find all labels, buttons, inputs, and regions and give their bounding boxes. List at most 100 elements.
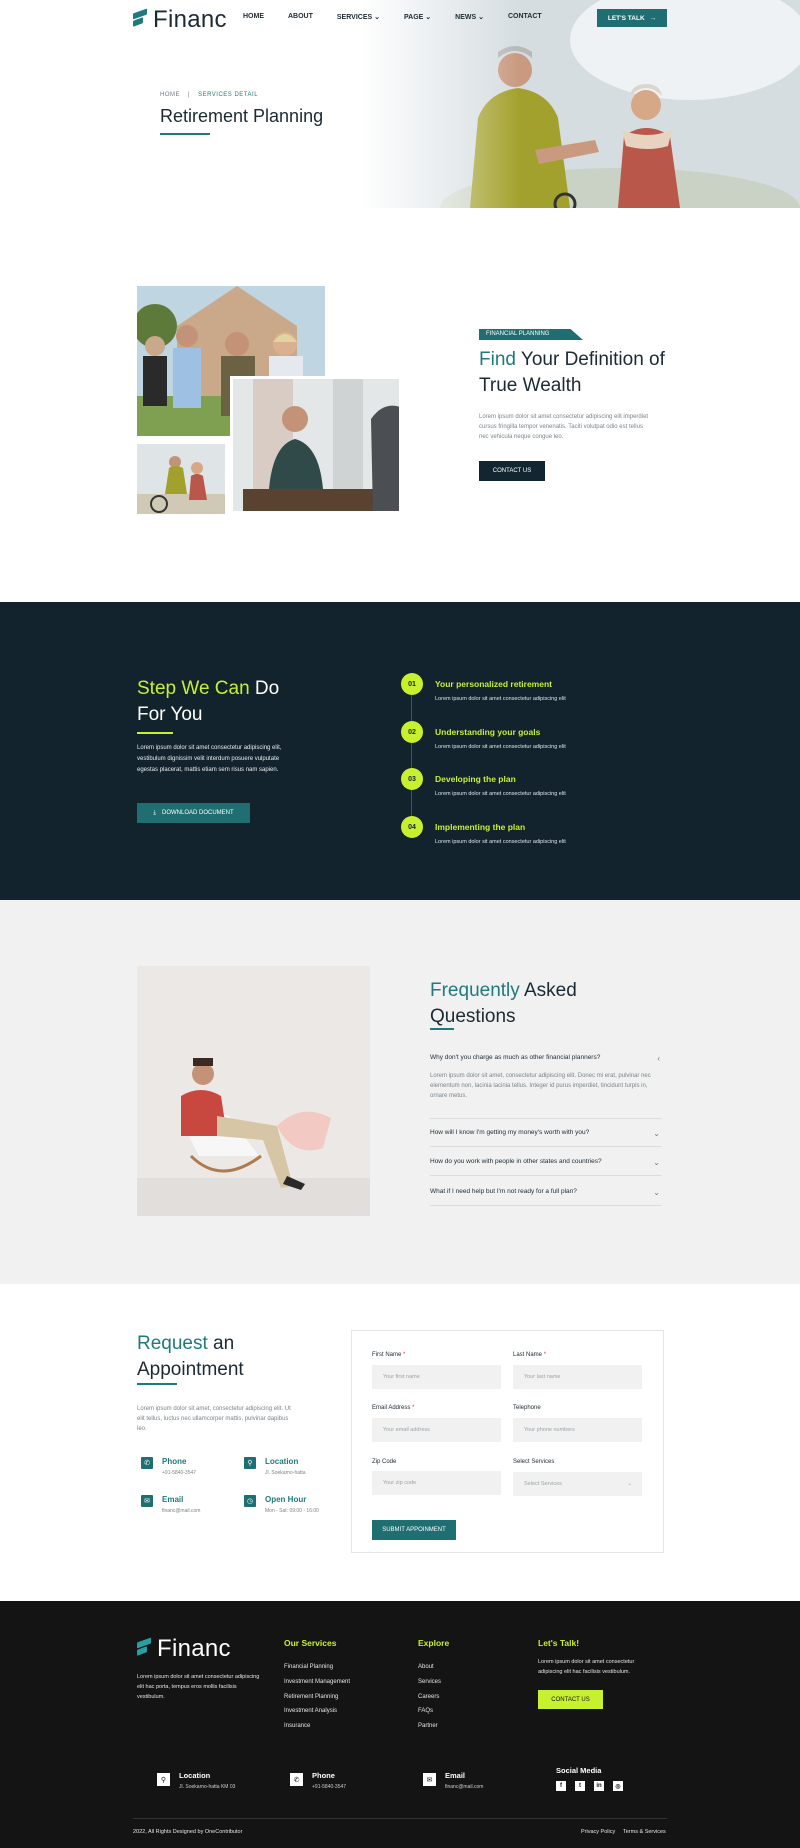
- privacy-policy-link[interactable]: Privacy Policy: [581, 1829, 615, 1835]
- services-select[interactable]: Select Services ⌄: [513, 1472, 642, 1496]
- breadcrumb-current: SERVICES DETAIL: [198, 92, 259, 98]
- cycling-couple-photo: [137, 444, 225, 514]
- terms-link[interactable]: Terms & Services: [623, 1829, 666, 1835]
- appointment-title-highlight: Request: [137, 1333, 208, 1354]
- location-icon: ⚲: [157, 1773, 170, 1786]
- steps-title-highlight: Step We Can: [137, 678, 250, 699]
- logo-text: Financ: [153, 6, 227, 33]
- faq-question-text: What if I need help but I'm not ready fo…: [430, 1188, 577, 1195]
- lets-talk-button[interactable]: LET'S TALK →: [597, 9, 667, 27]
- nav-services-label: SERVICES: [336, 14, 373, 21]
- footer-link[interactable]: Investment Analysis: [284, 1708, 337, 1714]
- zip-code-field[interactable]: Your zip code: [372, 1471, 501, 1495]
- faq-question[interactable]: How do you work with people in other sta…: [430, 1158, 662, 1167]
- footer-link[interactable]: Investment Management: [284, 1679, 350, 1685]
- wealth-title-rest: Your Definition of: [515, 349, 665, 370]
- appointment-title-rest: an: [207, 1333, 235, 1354]
- phone-icon: ✆: [141, 1457, 153, 1469]
- telephone-field[interactable]: Your phone numbers: [513, 1418, 642, 1442]
- info-title: Open Hour: [265, 1495, 307, 1504]
- faq-question-text: Why don't you charge as much as other fi…: [430, 1054, 601, 1061]
- page-title: Retirement Planning: [160, 106, 324, 126]
- last-name-field[interactable]: Your last name: [513, 1365, 642, 1389]
- chevron-down-icon: ⌄: [653, 1188, 660, 1197]
- footer-contact-button[interactable]: CONTACT US: [538, 1690, 603, 1709]
- steps-title: Step We Can Do For You: [137, 676, 279, 728]
- nav-news[interactable]: NEWS ⌄: [455, 13, 484, 21]
- copyright: 2022, All Rights Designed by OneContribu…: [133, 1829, 243, 1835]
- faq-question-open[interactable]: Why don't you charge as much as other fi…: [430, 1054, 662, 1063]
- footer-link[interactable]: Financial Planning: [284, 1664, 333, 1670]
- footer-link[interactable]: Careers: [418, 1694, 439, 1700]
- nav-services[interactable]: SERVICES ⌄: [337, 13, 380, 21]
- explore-heading: Explore: [418, 1638, 450, 1648]
- faq-question-text: How do you work with people in other sta…: [430, 1158, 602, 1165]
- footer-link[interactable]: Insurance: [284, 1723, 310, 1729]
- footer-logo[interactable]: Financ: [137, 1635, 231, 1663]
- nav-home[interactable]: HOME: [243, 13, 264, 21]
- telephone-label: Telephone: [513, 1405, 541, 1411]
- faq-divider: [430, 1118, 662, 1119]
- step-description: Lorem ipsum dolor sit amet consectetur a…: [435, 791, 566, 797]
- first-name-label: First Name *: [372, 1352, 405, 1358]
- main-nav: HOME ABOUT SERVICES ⌄ PAGE ⌄ NEWS ⌄ CONT…: [243, 13, 542, 21]
- instagram-icon[interactable]: ◎: [613, 1781, 623, 1791]
- footer-link[interactable]: About: [418, 1664, 434, 1670]
- steps-title-line2: For You: [137, 704, 203, 725]
- services-label: Select Services: [513, 1459, 555, 1465]
- appointment-title-line2: Appointment: [137, 1359, 244, 1380]
- info-title: Email: [162, 1495, 184, 1504]
- chevron-left-icon: ‹: [657, 1054, 660, 1063]
- first-name-label-text: First Name: [372, 1352, 402, 1358]
- step-description: Lorem ipsum dolor sit amet consectetur a…: [435, 839, 566, 845]
- footer-link[interactable]: Partner: [418, 1723, 438, 1729]
- nav-page[interactable]: PAGE ⌄: [404, 13, 431, 21]
- email-label-text: Email Address: [372, 1405, 411, 1411]
- chevron-down-icon: ⌄: [425, 14, 432, 21]
- appointment-title-underline: [137, 1383, 177, 1385]
- step-title: Your personalized retirement: [435, 679, 552, 689]
- clock-icon: ◷: [244, 1495, 256, 1507]
- chevron-down-icon: ⌄: [627, 1481, 632, 1487]
- faq-question[interactable]: What if I need help but I'm not ready fo…: [430, 1188, 662, 1197]
- steps-title-rest: Do: [249, 678, 280, 699]
- breadcrumb: HOME | SERVICES DETAIL: [160, 92, 258, 98]
- footer-link[interactable]: Services: [418, 1679, 441, 1685]
- step-title: Understanding your goals: [435, 727, 541, 737]
- appointment-body: Lorem ipsum dolor sit amet, consectetur …: [137, 1406, 291, 1432]
- chevron-down-icon: ⌄: [478, 14, 484, 21]
- faq-question[interactable]: How will I know I'm getting my money's w…: [430, 1129, 662, 1138]
- footer-contact-value: Jl. Soekarno-hatta KM 03: [179, 1784, 236, 1790]
- social-heading: Social Media: [556, 1766, 602, 1775]
- download-document-button[interactable]: ⤓ DOWNLOAD DOCUMENT: [137, 803, 250, 823]
- linkedin-icon[interactable]: in: [594, 1781, 604, 1791]
- faq-divider: [430, 1205, 662, 1206]
- submit-appointment-button[interactable]: SUBMIT APPOINMENT: [372, 1520, 456, 1540]
- nav-news-label: NEWS: [455, 14, 477, 21]
- nav-contact[interactable]: CONTACT: [508, 13, 542, 21]
- logo-mark-icon: [133, 8, 147, 32]
- step-number: 03: [401, 768, 423, 790]
- faq-question-text: How will I know I'm getting my money's w…: [430, 1129, 590, 1136]
- header-logo[interactable]: Financ: [133, 6, 227, 34]
- footer-link[interactable]: Retirement Planning: [284, 1694, 338, 1700]
- facebook-icon[interactable]: f: [556, 1781, 566, 1791]
- faq-title-line2: Questions: [430, 1006, 516, 1027]
- steps-timeline-line: [411, 694, 412, 824]
- step-title: Implementing the plan: [435, 822, 526, 832]
- footer-link[interactable]: FAQs: [418, 1708, 433, 1714]
- email-field[interactable]: Your email address: [372, 1418, 501, 1442]
- twitter-icon[interactable]: t: [575, 1781, 585, 1791]
- breadcrumb-home[interactable]: HOME: [160, 92, 180, 98]
- first-name-field[interactable]: Your first name: [372, 1365, 501, 1389]
- info-value: +91-5840-3547: [162, 1470, 197, 1476]
- download-document-label: DOWNLOAD DOCUMENT: [161, 810, 234, 816]
- info-title: Phone: [162, 1457, 187, 1466]
- nav-about[interactable]: ABOUT: [288, 13, 313, 21]
- chevron-down-icon: ⌄: [653, 1129, 660, 1138]
- download-icon: ⤓: [153, 809, 156, 816]
- contact-us-button[interactable]: CONTACT US: [479, 461, 545, 481]
- title-underline: [160, 133, 210, 135]
- arrow-right-icon: →: [649, 14, 657, 22]
- footer-contact-title: Email: [445, 1771, 466, 1780]
